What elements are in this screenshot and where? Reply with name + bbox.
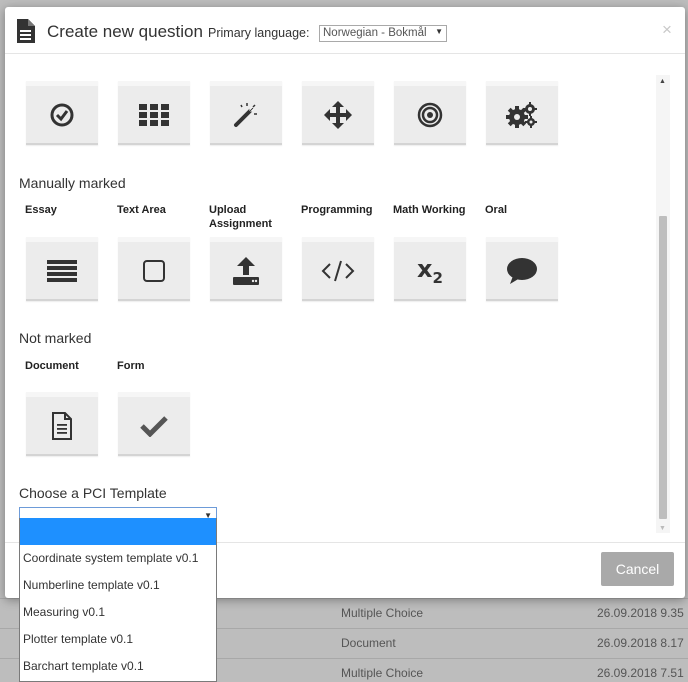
question-type-tile[interactable]: [394, 81, 466, 145]
form-tile[interactable]: [118, 392, 190, 456]
question-type: Document: [341, 636, 396, 650]
scroll-up-icon[interactable]: ▲: [659, 78, 666, 85]
question-type-tile[interactable]: [486, 81, 558, 145]
essay-tile[interactable]: [26, 237, 98, 301]
section-title-not-marked: Not marked: [19, 330, 92, 346]
language-label: Primary language:: [208, 26, 310, 40]
move-arrows-icon: [324, 100, 352, 129]
gears-icon: [506, 101, 537, 128]
upload-assignment-tile[interactable]: [210, 237, 282, 301]
modal-header: Create new question Primary language: No…: [5, 7, 685, 54]
dropdown-option[interactable]: Barchart template v0.1: [20, 653, 216, 680]
tile-label-programming: Programming: [301, 204, 373, 216]
pci-template-dropdown: Coordinate system template v0.1 Numberli…: [19, 518, 217, 682]
document-icon: [52, 411, 72, 440]
dropdown-option[interactable]: Numberline template v0.1: [20, 572, 216, 599]
close-button[interactable]: ×: [662, 20, 672, 40]
oral-tile[interactable]: [486, 237, 558, 301]
check-circle-icon: [50, 103, 74, 126]
question-date: 26.09.2018 9.35: [597, 606, 684, 620]
code-icon: [321, 260, 355, 281]
tile-label-math-working: Math Working: [393, 204, 466, 216]
dropdown-option[interactable]: Coordinate system template v0.1: [20, 545, 216, 572]
question-type-tile[interactable]: [26, 81, 98, 145]
tile-label-document: Document: [25, 360, 79, 372]
cancel-button[interactable]: Cancel: [601, 552, 674, 586]
question-type: Multiple Choice: [341, 666, 424, 680]
math-working-tile[interactable]: x2: [394, 237, 466, 301]
tile-label-form: Form: [117, 360, 145, 372]
language-select[interactable]: Norwegian - Bokmål ▼: [319, 25, 447, 42]
square-icon: [143, 259, 165, 282]
tile-label-text-area: Text Area: [117, 204, 166, 216]
modal-body: Manually marked Essay Text Area Upload A…: [5, 55, 685, 542]
tile-label-upload-assignment: Upload Assignment: [209, 204, 272, 230]
question-type-tile[interactable]: [210, 81, 282, 145]
speech-bubble-icon: [507, 257, 537, 284]
question-type: Multiple Choice: [341, 606, 424, 620]
question-type-tile[interactable]: [118, 81, 190, 145]
upload-icon: [233, 256, 259, 285]
scrollbar[interactable]: ▲ ▼: [656, 75, 670, 533]
lines-icon: [47, 259, 77, 282]
question-date: 26.09.2018 7.51: [597, 666, 684, 680]
scroll-down-icon[interactable]: ▼: [659, 525, 666, 532]
dropdown-option[interactable]: [20, 518, 216, 545]
programming-tile[interactable]: [302, 237, 374, 301]
document-icon: [17, 19, 35, 43]
dropdown-option[interactable]: Measuring v0.1: [20, 599, 216, 626]
question-type-tile[interactable]: [302, 81, 374, 145]
document-tile[interactable]: [26, 392, 98, 456]
checkmark-icon: [140, 415, 168, 437]
dropdown-arrow-icon: ▼: [435, 27, 443, 36]
grid-icon: [139, 103, 169, 126]
modal-title: Create new question: [47, 22, 203, 41]
subscript-icon: x2: [417, 254, 443, 287]
magic-wand-icon: [234, 102, 257, 127]
tile-label-essay: Essay: [25, 204, 57, 216]
language-value: Norwegian - Bokmål: [323, 27, 427, 39]
section-title-manually-marked: Manually marked: [19, 175, 126, 191]
question-date: 26.09.2018 8.17: [597, 636, 684, 650]
target-icon: [417, 102, 443, 127]
dropdown-option[interactable]: Plotter template v0.1: [20, 626, 216, 653]
pci-template-label: Choose a PCI Template: [19, 485, 167, 501]
text-area-tile[interactable]: [118, 237, 190, 301]
create-question-modal: Create new question Primary language: No…: [5, 7, 685, 598]
tile-label-oral: Oral: [485, 204, 508, 216]
scrollbar-thumb[interactable]: [659, 216, 667, 519]
